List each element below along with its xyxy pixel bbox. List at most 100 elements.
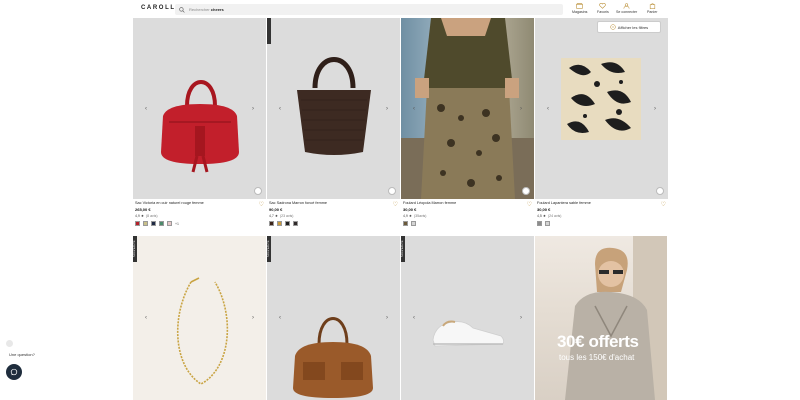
color-swatches: [269, 221, 398, 226]
color-swatch[interactable]: [269, 221, 274, 226]
nav-label: Panier: [647, 10, 658, 14]
product-card[interactable]: ‹ › Sac Victoria en cuir naturel rouge f…: [133, 18, 266, 226]
next-image-arrow[interactable]: ›: [654, 106, 656, 112]
product-image[interactable]: NOUVEAUTÉ ‹ ›: [267, 236, 400, 400]
zoom-icon[interactable]: [522, 187, 530, 195]
prev-image-arrow[interactable]: ‹: [413, 106, 415, 112]
color-swatch[interactable]: [135, 221, 140, 226]
scarf-illustration: [561, 58, 641, 140]
product-card[interactable]: ‹ › Sac Sadrona Marron foncé femme 90,00…: [267, 18, 400, 226]
favorite-heart-icon[interactable]: ♡: [259, 201, 264, 208]
prev-image-arrow[interactable]: ‹: [145, 106, 147, 112]
sneaker-illustration: [432, 320, 505, 347]
color-swatches: +1: [135, 221, 264, 226]
nav-login[interactable]: Se connecter: [616, 3, 637, 14]
color-swatch[interactable]: [537, 221, 542, 226]
badge: [267, 18, 271, 44]
color-swatch[interactable]: [277, 221, 282, 226]
prev-image-arrow[interactable]: ‹: [413, 315, 415, 321]
nav-label: Se connecter: [616, 10, 638, 14]
product-rating: 4,5 ★ (24 avis): [537, 214, 562, 218]
color-swatch[interactable]: [143, 221, 148, 226]
color-swatch[interactable]: [285, 221, 290, 226]
logo[interactable]: CAROLL: [141, 5, 176, 11]
search-icon: [179, 6, 185, 13]
product-image[interactable]: NOUVEAUTÉ ‹ ›: [133, 236, 266, 400]
prev-image-arrow[interactable]: ‹: [145, 315, 147, 321]
favorite-heart-icon[interactable]: ♡: [527, 201, 532, 208]
search-placeholder: Rechercher cheers: [189, 7, 224, 12]
user-icon: [623, 3, 630, 9]
product-price: 30,00 €: [537, 207, 551, 212]
brown-bag-illustration: [293, 317, 373, 398]
product-image[interactable]: ‹ ›: [267, 18, 400, 199]
product-card[interactable]: NOUVEAUTÉ ‹ ›: [401, 236, 534, 400]
promo-headline: 30€ offerts: [557, 332, 639, 351]
bag-icon: [649, 3, 655, 9]
product-card[interactable]: ‹ › Foulard Léopola Marron femme 30,00 €…: [401, 18, 534, 226]
product-price: 90,00 €: [269, 207, 283, 212]
product-name[interactable]: Foulard Léopola Marron femme: [403, 201, 523, 205]
more-colors[interactable]: +1: [175, 222, 179, 226]
color-swatches: [403, 221, 532, 226]
product-price: 265,00 €: [135, 207, 151, 212]
new-badge: NOUVEAUTÉ: [401, 236, 405, 262]
chat-bubble-icon: [10, 368, 18, 376]
color-swatch[interactable]: [159, 221, 164, 226]
product-name[interactable]: Foulard Lapantera sable femme: [537, 201, 657, 205]
color-swatch[interactable]: [403, 221, 408, 226]
color-swatch[interactable]: [167, 221, 172, 226]
necklace-illustration: [176, 277, 229, 385]
prev-image-arrow[interactable]: ‹: [279, 106, 281, 112]
nav-cart[interactable]: Panier: [647, 3, 657, 14]
search-input[interactable]: Rechercher cheers: [175, 4, 563, 15]
next-image-arrow[interactable]: ›: [252, 106, 254, 112]
model-photo: [401, 18, 534, 199]
nav-favorites[interactable]: Favoris: [597, 3, 609, 14]
show-filters-button[interactable]: Afficher les filtres: [597, 21, 661, 33]
show-filters-label: Afficher les filtres: [617, 24, 649, 30]
product-rating: 4,7 ★ (23 avis): [269, 214, 294, 218]
product-price: 30,00 €: [403, 207, 417, 212]
favorite-heart-icon[interactable]: ♡: [661, 201, 666, 208]
product-name[interactable]: Sac Victoria en cuir naturel rouge femme: [135, 201, 255, 205]
star-icon: ★: [408, 214, 413, 218]
chat-button[interactable]: [6, 364, 22, 380]
zoom-icon[interactable]: [254, 187, 262, 195]
color-swatch[interactable]: [545, 221, 550, 226]
next-image-arrow[interactable]: ›: [386, 106, 388, 112]
next-image-arrow[interactable]: ›: [386, 315, 388, 321]
chat-question[interactable]: Une question?: [9, 352, 35, 357]
color-swatch[interactable]: [411, 221, 416, 226]
product-card[interactable]: NOUVEAUTÉ ‹ ›: [133, 236, 266, 400]
color-swatch[interactable]: [293, 221, 298, 226]
prev-image-arrow[interactable]: ‹: [547, 106, 549, 112]
next-image-arrow[interactable]: ›: [520, 315, 522, 321]
zoom-icon[interactable]: [388, 187, 396, 195]
product-name[interactable]: Sac Sadrona Marron foncé femme: [269, 201, 389, 205]
product-card[interactable]: NOUVEAUTÉ ‹ ›: [267, 236, 400, 400]
product-rating: 4,9 ★ (8 avis): [135, 214, 158, 218]
star-icon: ★: [274, 214, 279, 218]
product-image[interactable]: ‹ ›: [133, 18, 266, 199]
new-badge: NOUVEAUTÉ: [133, 236, 137, 262]
chat-close-dot[interactable]: [6, 340, 13, 347]
product-image[interactable]: NOUVEAUTÉ ‹ ›: [401, 236, 534, 400]
next-image-arrow[interactable]: ›: [252, 315, 254, 321]
next-image-arrow[interactable]: ›: [520, 106, 522, 112]
prev-image-arrow[interactable]: ‹: [279, 315, 281, 321]
store-icon: [576, 3, 584, 9]
color-swatch[interactable]: [151, 221, 156, 226]
product-image[interactable]: ‹ ›: [535, 18, 668, 199]
new-badge: NOUVEAUTÉ: [267, 236, 271, 262]
nav-stores[interactable]: Magasins: [572, 3, 587, 14]
heart-icon: [599, 3, 607, 9]
star-icon: ★: [542, 214, 547, 218]
star-icon: ★: [140, 214, 145, 218]
product-card[interactable]: ‹ › Foulard Lapantera sable femme 30,00 …: [535, 18, 668, 226]
zoom-icon[interactable]: [656, 187, 664, 195]
promo-banner[interactable]: 30€ offerts tous les 150€ d'achat: [535, 236, 667, 400]
promo-subline: tous les 150€ d'achat: [559, 353, 635, 362]
favorite-heart-icon[interactable]: ♡: [393, 201, 398, 208]
product-image[interactable]: ‹ ›: [401, 18, 534, 199]
